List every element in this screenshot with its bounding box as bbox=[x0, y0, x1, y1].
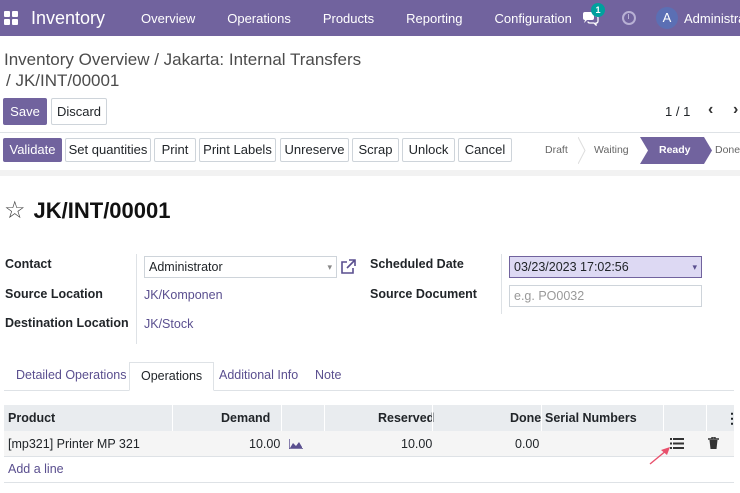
row-done[interactable]: 0.00 bbox=[515, 431, 539, 457]
record-title-row: ☆ JK/INT/00001 bbox=[4, 198, 170, 224]
menu-configuration[interactable]: Configuration bbox=[481, 11, 590, 26]
stage-separator-icon bbox=[578, 137, 586, 164]
print-button[interactable]: Print bbox=[154, 138, 196, 162]
form-top-band bbox=[0, 170, 740, 176]
menu-reporting[interactable]: Reporting bbox=[392, 11, 480, 26]
star-icon[interactable]: ☆ bbox=[4, 199, 26, 223]
source-document-placeholder: e.g. PO0032 bbox=[514, 289, 585, 303]
field-divider-right bbox=[501, 254, 502, 314]
source-location-link[interactable]: JK/Komponen bbox=[144, 288, 223, 302]
col-sep bbox=[324, 405, 325, 431]
breadcrumb-separator: / bbox=[149, 50, 164, 69]
add-a-line-link[interactable]: Add a line bbox=[8, 462, 64, 476]
stage-active-end-icon bbox=[704, 137, 712, 164]
menu-products[interactable]: Products bbox=[309, 11, 392, 26]
contact-value: Administrator bbox=[149, 260, 223, 274]
apps-grid-icon[interactable] bbox=[4, 11, 18, 25]
top-navbar: Inventory Overview Operations Products R… bbox=[0, 0, 740, 36]
col-serial-numbers[interactable]: Serial Numbers bbox=[545, 405, 637, 431]
contact-field[interactable]: Administrator ▾ bbox=[144, 256, 337, 278]
activity-clock-icon[interactable] bbox=[622, 11, 636, 25]
detailed-operations-list-icon[interactable] bbox=[670, 438, 684, 449]
field-divider bbox=[136, 254, 137, 344]
tab-note[interactable]: Note bbox=[304, 362, 352, 391]
chat-badge: 1 bbox=[591, 2, 605, 17]
validate-button[interactable]: Validate bbox=[3, 138, 62, 162]
pointer-arrow-icon bbox=[649, 447, 670, 465]
tab-detailed-operations[interactable]: Detailed Operations bbox=[5, 362, 137, 391]
scheduled-date-value: 03/23/2023 17:02:56 bbox=[514, 260, 629, 274]
avatar[interactable]: A bbox=[656, 7, 678, 29]
col-product[interactable]: Product bbox=[8, 405, 55, 431]
scheduled-date-label: Scheduled Date bbox=[370, 257, 464, 271]
cancel-button[interactable]: Cancel bbox=[458, 138, 512, 162]
external-link-icon[interactable] bbox=[340, 259, 356, 275]
set-quantities-button[interactable]: Set quantities bbox=[65, 138, 151, 162]
destination-location-label: Destination Location bbox=[5, 316, 129, 330]
col-sep bbox=[281, 405, 282, 431]
col-reserved[interactable]: Reserved bbox=[378, 405, 434, 431]
app-brand[interactable]: Inventory bbox=[31, 8, 105, 29]
pager-next-icon[interactable]: › bbox=[733, 101, 738, 119]
col-sep bbox=[432, 405, 433, 431]
chat-icon[interactable]: 1 bbox=[582, 2, 605, 26]
col-sep bbox=[663, 405, 664, 431]
optional-columns-icon[interactable]: ⋮ bbox=[725, 405, 739, 431]
unreserve-button[interactable]: Unreserve bbox=[280, 138, 349, 162]
breadcrumb-current: / JK/INT/00001 bbox=[6, 71, 120, 90]
contact-label: Contact bbox=[5, 257, 52, 271]
status-bar: Draft Waiting Ready Done bbox=[536, 137, 740, 164]
source-document-label: Source Document bbox=[370, 287, 477, 301]
source-location-label: Source Location bbox=[5, 287, 103, 301]
destination-location-link[interactable]: JK/Stock bbox=[144, 317, 193, 331]
row-product[interactable]: [mp321] Printer MP 321 bbox=[8, 431, 140, 457]
stage-active-start-icon bbox=[640, 137, 650, 164]
row-reserved: 10.00 bbox=[401, 437, 433, 451]
user-name[interactable]: Administrator bbox=[684, 11, 740, 26]
scheduled-date-field[interactable]: 03/23/2023 17:02:56 ▾ bbox=[509, 256, 702, 278]
col-done[interactable]: Done bbox=[510, 405, 541, 431]
contact-dropdown-icon[interactable]: ▾ bbox=[327, 257, 332, 277]
col-sep bbox=[706, 405, 707, 431]
breadcrumb-internal-transfers[interactable]: Jakarta: Internal Transfers bbox=[164, 50, 361, 69]
divider bbox=[0, 132, 740, 133]
stage-ready[interactable]: Ready bbox=[650, 137, 704, 164]
col-sep bbox=[541, 405, 542, 431]
discard-button[interactable]: Discard bbox=[51, 98, 107, 125]
save-button[interactable]: Save bbox=[3, 98, 47, 125]
pager-prev-icon[interactable]: ‹ bbox=[708, 101, 713, 119]
table-bottom-divider bbox=[4, 482, 734, 483]
menu-operations[interactable]: Operations bbox=[213, 11, 309, 26]
trash-icon[interactable] bbox=[708, 437, 719, 449]
unlock-button[interactable]: Unlock bbox=[402, 138, 455, 162]
breadcrumb: Inventory Overview / Jakarta: Internal T… bbox=[4, 48, 361, 72]
stage-done[interactable]: Done bbox=[713, 137, 740, 164]
forecast-chart-icon[interactable] bbox=[289, 439, 303, 449]
stage-draft[interactable]: Draft bbox=[536, 137, 578, 164]
stage-waiting[interactable]: Waiting bbox=[586, 137, 640, 164]
tab-additional-info[interactable]: Additional Info bbox=[208, 362, 309, 391]
record-title: JK/INT/00001 bbox=[33, 198, 171, 223]
breadcrumb-inventory-overview[interactable]: Inventory Overview bbox=[4, 50, 150, 69]
menu-overview[interactable]: Overview bbox=[127, 11, 213, 26]
col-demand[interactable]: Demand bbox=[221, 405, 270, 431]
col-sep bbox=[172, 405, 173, 431]
row-demand: 10.00 bbox=[249, 437, 281, 451]
source-document-field[interactable]: e.g. PO0032 bbox=[509, 285, 702, 307]
tab-operations[interactable]: Operations bbox=[129, 362, 215, 391]
date-dropdown-icon[interactable]: ▾ bbox=[692, 257, 697, 277]
print-labels-button[interactable]: Print Labels bbox=[199, 138, 276, 162]
pager-value[interactable]: 1 / 1 bbox=[665, 104, 690, 119]
scrap-button[interactable]: Scrap bbox=[352, 138, 399, 162]
